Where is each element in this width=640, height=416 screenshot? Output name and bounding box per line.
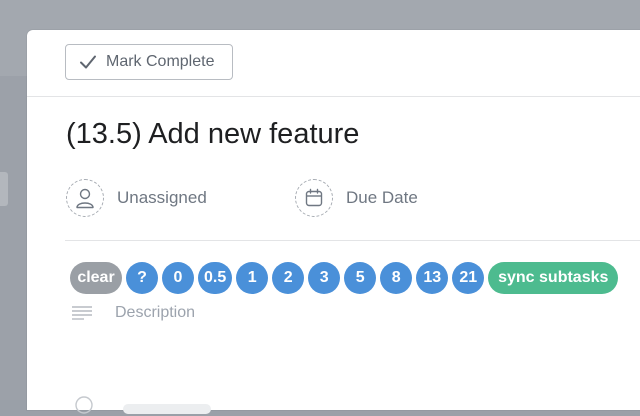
attachments-row [73, 394, 211, 416]
attachment-placeholder [123, 404, 211, 414]
assignee-label: Unassigned [117, 188, 207, 207]
text-lines-icon [72, 306, 92, 320]
task-toolbar: Mark Complete [27, 30, 640, 97]
estimate-pill[interactable]: 8 [380, 262, 413, 294]
due-date-field[interactable]: Due Date [295, 179, 418, 217]
user-icon [66, 179, 104, 217]
backdrop-card-edge [0, 172, 8, 206]
mark-complete-button[interactable]: Mark Complete [65, 44, 233, 80]
estimate-pill[interactable]: 5 [344, 262, 377, 294]
estimate-pill-bar: clear? 0 0.5 1 2 3 5 8 13 21 sync subtasks [70, 262, 619, 294]
description-field[interactable]: Description [71, 304, 195, 322]
estimate-pill[interactable]: 2 [272, 262, 305, 294]
mark-complete-label: Mark Complete [106, 53, 215, 70]
section-divider [65, 240, 640, 241]
estimate-pill[interactable]: 21 [452, 262, 485, 294]
estimate-pill[interactable]: ? [126, 262, 158, 294]
estimate-pill[interactable]: 1 [236, 262, 269, 294]
sync-subtasks-button[interactable]: sync subtasks [488, 262, 619, 294]
attachment-icon [75, 396, 93, 414]
clear-estimate-button[interactable]: clear [70, 262, 122, 294]
due-date-label: Due Date [346, 188, 418, 207]
estimate-pill[interactable]: 3 [308, 262, 341, 294]
estimate-pill[interactable]: 0.5 [198, 262, 233, 294]
task-title[interactable]: (13.5) Add new feature [66, 118, 359, 151]
checkmark-icon [80, 55, 96, 69]
task-detail-panel: Mark Complete (13.5) Add new feature Una… [27, 30, 640, 414]
calendar-icon [295, 179, 333, 217]
estimate-pill[interactable]: 0 [162, 262, 194, 294]
estimate-pill[interactable]: 13 [416, 262, 449, 294]
assignee-field[interactable]: Unassigned [66, 179, 207, 217]
description-placeholder: Description [115, 304, 196, 321]
